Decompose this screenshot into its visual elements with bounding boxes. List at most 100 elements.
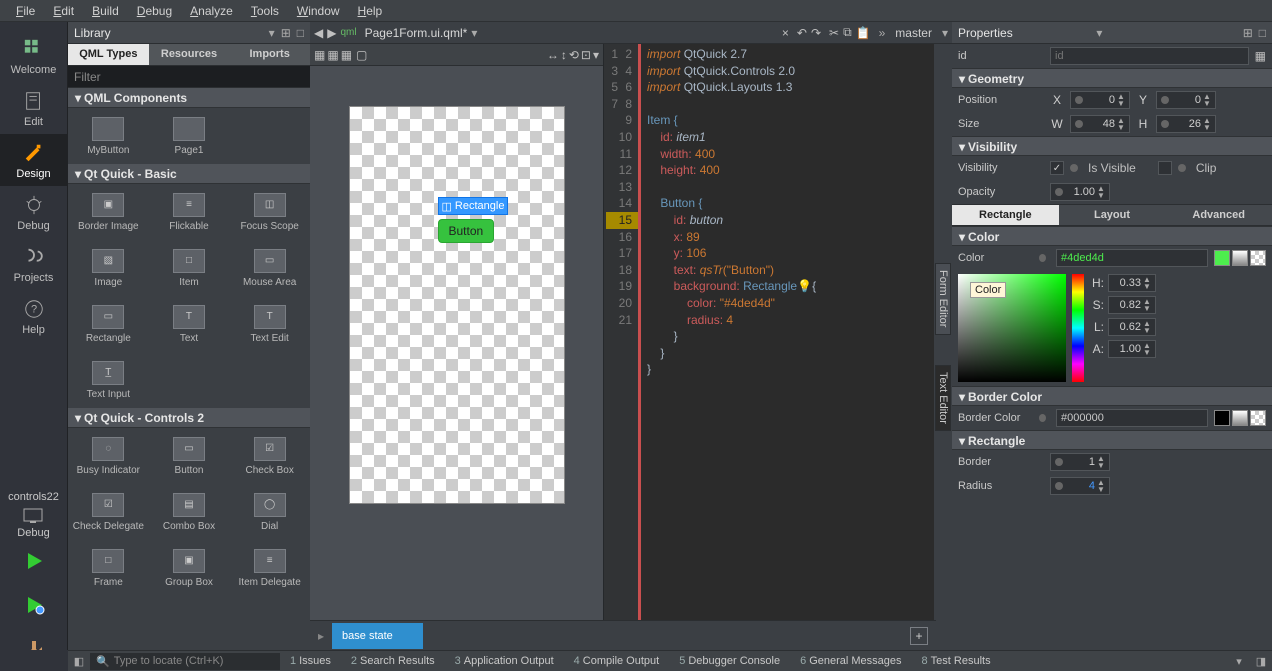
run-icon[interactable] (22, 549, 46, 573)
border-swatch-gradient[interactable] (1232, 410, 1248, 426)
section-qml-components[interactable]: ▾QML Components (68, 88, 310, 108)
output-issues[interactable]: 1Issues (280, 655, 341, 667)
bounds-icon[interactable]: ▢ (356, 48, 367, 62)
props-split-icon[interactable]: ⊞ (1243, 26, 1253, 40)
add-state-icon[interactable]: + (910, 627, 928, 645)
mode-edit[interactable]: Edit (0, 82, 68, 134)
selection-label[interactable]: ◫Rectangle (438, 197, 509, 215)
w-input[interactable]: 48▲▼ (1070, 115, 1130, 133)
item-text-edit[interactable]: TText Edit (229, 296, 310, 352)
section-qtquick-basic[interactable]: ▾Qt Quick - Basic (68, 164, 310, 184)
section-rectangle[interactable]: Rectangle (968, 434, 1025, 448)
kit-selector[interactable]: controls22 Debug (0, 491, 67, 539)
menu-window[interactable]: Window (289, 2, 348, 20)
item-checkbox[interactable]: ☑Check Box (229, 428, 310, 484)
item-page1[interactable]: Page1 (149, 108, 230, 164)
section-visibility[interactable]: Visibility (968, 140, 1017, 154)
mode-design[interactable]: Design (0, 134, 68, 186)
hue-slider[interactable] (1072, 274, 1084, 382)
tab-text-editor[interactable]: Text Editor (935, 365, 951, 431)
item-image[interactable]: ▧Image (68, 240, 149, 296)
file-close-icon[interactable]: × (782, 26, 789, 40)
item-text[interactable]: TText (149, 296, 230, 352)
item-button[interactable]: ▭Button (149, 428, 230, 484)
no-snap-icon[interactable]: ▦ (314, 48, 325, 62)
output-compile[interactable]: 4Compile Output (564, 655, 670, 667)
locator-input[interactable]: 🔍Type to locate (Ctrl+K) (90, 653, 280, 670)
tab-form-editor[interactable]: Form Editor (935, 263, 951, 334)
menu-tools[interactable]: Tools (243, 2, 287, 20)
radius-input[interactable]: 4▲▼ (1050, 477, 1110, 495)
panel-split-icon[interactable]: ⊞ (281, 26, 291, 40)
panel-close-icon[interactable]: □ (297, 26, 304, 40)
x-input[interactable]: 0▲▼ (1070, 91, 1130, 109)
border-swatch-solid[interactable] (1214, 410, 1230, 426)
swatch-none[interactable] (1250, 250, 1266, 266)
menu-analyze[interactable]: Analyze (182, 2, 241, 20)
states-collapse-icon[interactable]: ▸ (318, 629, 324, 643)
border-hex-input[interactable] (1056, 409, 1208, 427)
item-check-delegate[interactable]: ☑Check Delegate (68, 484, 149, 540)
file-name[interactable]: Page1Form.ui.qml* (361, 26, 468, 40)
swatch-solid[interactable] (1214, 250, 1230, 266)
item-frame[interactable]: □Frame (68, 540, 149, 596)
props-menu-icon[interactable]: ▾ (1096, 26, 1102, 40)
base-state[interactable]: base state (332, 623, 423, 649)
redo-icon[interactable]: ↷ (811, 26, 821, 40)
item-busy-indicator[interactable]: ◌Busy Indicator (68, 428, 149, 484)
ptab-rectangle[interactable]: Rectangle (952, 205, 1059, 225)
l-spin[interactable]: 0.62▲▼ (1108, 318, 1156, 336)
tab-resources[interactable]: Resources (149, 44, 230, 65)
output-general[interactable]: 6General Messages (790, 655, 911, 667)
mode-projects[interactable]: Projects (0, 238, 68, 290)
snap-anchor-icon[interactable]: ▦ (341, 48, 352, 62)
section-color[interactable]: Color (968, 230, 999, 244)
mode-debug[interactable]: Debug (0, 186, 68, 238)
menu-file[interactable]: File (8, 2, 43, 20)
border-swatch-none[interactable] (1250, 410, 1266, 426)
y-input[interactable]: 0▲▼ (1156, 91, 1216, 109)
width-icon[interactable]: ↔ (547, 48, 559, 62)
item-dial[interactable]: ◯Dial (229, 484, 310, 540)
ptab-advanced[interactable]: Advanced (1165, 205, 1272, 225)
cut-icon[interactable]: ✂ (829, 26, 839, 40)
visible-checkbox[interactable]: ✓ (1050, 161, 1064, 175)
h-spin[interactable]: 0.33▲▼ (1108, 274, 1156, 292)
nav-back-icon[interactable]: ◀ (314, 26, 323, 40)
ptab-layout[interactable]: Layout (1059, 205, 1166, 225)
code-editor[interactable]: import QtQuick 2.7 import QtQuick.Contro… (641, 44, 952, 650)
section-geometry[interactable]: Geometry (968, 72, 1024, 86)
sidebar-toggle-icon[interactable]: ◧ (68, 655, 90, 668)
device-icon[interactable]: ▾ (593, 48, 599, 62)
item-combo-box[interactable]: ▤Combo Box (149, 484, 230, 540)
output-app[interactable]: 3Application Output (445, 655, 564, 667)
item-rectangle[interactable]: ▭Rectangle (68, 296, 149, 352)
output-search[interactable]: 2Search Results (341, 655, 445, 667)
item-border-image[interactable]: ▣Border Image (68, 184, 149, 240)
section-qtquick-controls2[interactable]: ▾Qt Quick - Controls 2 (68, 408, 310, 428)
design-canvas[interactable]: ◫Rectangle Button (349, 106, 565, 504)
section-border-color[interactable]: Border Color (968, 390, 1042, 404)
props-close-icon[interactable]: □ (1259, 26, 1266, 40)
swatch-gradient[interactable] (1232, 250, 1248, 266)
item-group-box[interactable]: ▣Group Box (149, 540, 230, 596)
s-spin[interactable]: 0.82▲▼ (1108, 296, 1156, 314)
canvas-button[interactable]: Button (438, 219, 495, 243)
filter-input[interactable]: Filter (68, 66, 310, 88)
menu-build[interactable]: Build (84, 2, 127, 20)
item-item[interactable]: □Item (149, 240, 230, 296)
item-mybutton[interactable]: MyButton (68, 108, 149, 164)
mode-help[interactable]: ?Help (0, 290, 68, 342)
git-branch[interactable]: master (889, 26, 938, 40)
clip-checkbox[interactable] (1158, 161, 1172, 175)
item-focus-scope[interactable]: ◫Focus Scope (229, 184, 310, 240)
mode-welcome[interactable]: Welcome (0, 30, 68, 82)
height-icon[interactable]: ↕ (561, 48, 567, 62)
item-text-input[interactable]: T̲Text Input (68, 352, 149, 408)
h-input[interactable]: 26▲▼ (1156, 115, 1216, 133)
right-sidebar-icon[interactable]: ◨ (1250, 655, 1272, 668)
a-spin[interactable]: 1.00▲▼ (1108, 340, 1156, 358)
opacity-input[interactable]: 1.00▲▼ (1050, 183, 1110, 201)
border-width-input[interactable]: 1▲▼ (1050, 453, 1110, 471)
menu-edit[interactable]: Edit (45, 2, 82, 20)
